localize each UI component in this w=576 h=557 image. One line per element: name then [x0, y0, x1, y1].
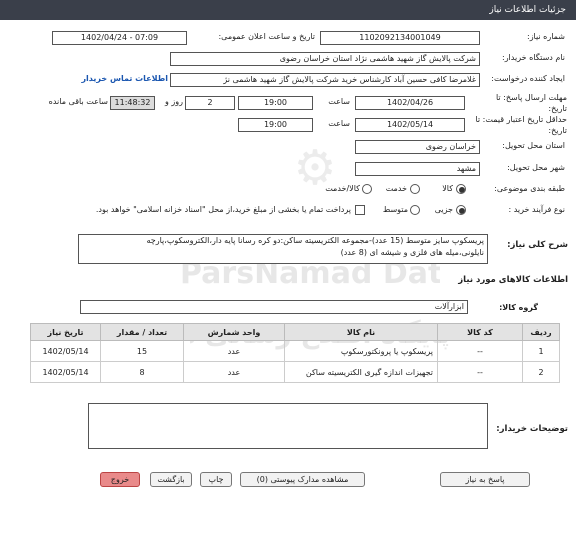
cell-code: -- — [437, 361, 523, 383]
remaining-time-field: 11:48:32 — [110, 96, 155, 110]
payment-note: پرداخت تمام یا بخشی از مبلغ خرید،از محل … — [95, 205, 351, 214]
deadline-time-field: 19:00 — [238, 96, 313, 110]
exit-button[interactable]: خروج — [100, 472, 140, 487]
cell-code: -- — [437, 340, 523, 362]
goods-table-header: ردیف کد کالا نام کالا واحد شمارش تعداد /… — [30, 323, 560, 341]
process-option-minor: جزیی — [434, 205, 453, 214]
goods-section-title: اطلاعات کالاهای مورد نیاز — [458, 275, 568, 285]
process-radio-minor[interactable] — [456, 205, 466, 215]
cell-name: تجهیزات اندازه گیری الکتریسیته ساکن — [284, 361, 438, 383]
need-number-label: شماره نیاز: — [527, 32, 565, 41]
cell-date: 1402/05/14 — [30, 361, 101, 383]
goods-group-field: ابزارآلات — [80, 300, 468, 314]
category-option-both: کالا/خدمت — [325, 184, 360, 193]
cell-qty: 15 — [100, 340, 184, 362]
cell-row: 2 — [522, 361, 560, 383]
province-field: خراسان رضوی — [355, 140, 480, 154]
description-label: شرح کلی نیاز: — [507, 240, 568, 250]
need-number-field: 1102092134001049 — [320, 31, 480, 45]
col-row: ردیف — [522, 323, 560, 341]
buyer-notes-label: توضیحات خریدار: — [496, 424, 568, 434]
days-field: 2 — [185, 96, 235, 110]
buyer-label: نام دستگاه خریدار: — [502, 53, 565, 62]
col-code: کد کالا — [437, 323, 523, 341]
cell-qty: 8 — [100, 361, 184, 383]
announce-field: 1402/04/24 - 07:09 — [52, 31, 187, 45]
category-radio-goods[interactable] — [456, 184, 466, 194]
contact-buyer-link[interactable]: اطلاعات تماس خریدار — [50, 73, 168, 85]
category-label: طبقه بندی موضوعی: — [494, 184, 565, 193]
validity-time-label: ساعت — [328, 119, 350, 128]
reply-button[interactable]: پاسخ به نیاز — [440, 472, 530, 487]
view-docs-button[interactable]: مشاهده مدارک پیوستی (0) — [240, 472, 365, 487]
remaining-label: ساعت باقی مانده — [48, 97, 108, 106]
goods-table: ردیف کد کالا نام کالا واحد شمارش تعداد /… — [30, 323, 560, 383]
creator-label: ایجاد کننده درخواست: — [491, 74, 565, 83]
table-row[interactable]: 2 -- تجهیزات اندازه گیری الکتریسیته ساکن… — [30, 361, 560, 383]
category-option-goods: کالا — [442, 184, 453, 193]
process-radio-medium[interactable] — [410, 205, 420, 215]
cell-unit: عدد — [183, 340, 285, 362]
deadline-time-label: ساعت — [328, 97, 350, 106]
col-date: تاریخ نیاز — [30, 323, 101, 341]
print-button[interactable]: چاپ — [200, 472, 232, 487]
validity-date-field: 1402/05/14 — [355, 118, 465, 132]
cell-date: 1402/05/14 — [30, 340, 101, 362]
table-row[interactable]: 1 -- پریسکوپ یا پرونکتورسکوپ عدد 15 1402… — [30, 340, 560, 362]
validity-label: حداقل تاریخ اعتبار قیمت: تا تاریخ: — [475, 115, 567, 135]
creator-field: غلامرضا کافی حسین آباد کارشناس خرید شرکت… — [170, 73, 480, 87]
col-qty: تعداد / مقدار — [100, 323, 184, 341]
announce-label: تاریخ و ساعت اعلان عمومی: — [218, 32, 315, 41]
buyer-field: شرکت پالایش گاز شهید هاشمی نژاد استان خر… — [170, 52, 480, 66]
validity-time-field: 19:00 — [238, 118, 313, 132]
cell-row: 1 — [522, 340, 560, 362]
goods-table-container: ردیف کد کالا نام کالا واحد شمارش تعداد /… — [30, 323, 560, 393]
category-radio-both[interactable] — [362, 184, 372, 194]
buyer-notes-box — [88, 403, 488, 449]
deadline-date-field: 1402/04/26 — [355, 96, 465, 110]
city-label: شهر محل تحویل: — [507, 163, 565, 172]
col-name: نام کالا — [284, 323, 438, 341]
back-button[interactable]: بازگشت — [150, 472, 192, 487]
col-unit: واحد شمارش — [183, 323, 285, 341]
payment-checkbox[interactable] — [355, 205, 365, 215]
category-radio-service[interactable] — [410, 184, 420, 194]
process-option-medium: متوسط — [382, 205, 408, 214]
cell-unit: عدد — [183, 361, 285, 383]
province-label: استان محل تحویل: — [502, 141, 565, 150]
days-label: روز و — [165, 97, 183, 106]
city-field: مشهد — [355, 162, 480, 176]
description-line2: نایلونی،میله های فلزی و شیشه ای (8 عدد) — [340, 248, 484, 257]
cell-name: پریسکوپ یا پرونکتورسکوپ — [284, 340, 438, 362]
process-label: نوع فرآیند خرید : — [508, 205, 565, 214]
goods-group-label: گروه کالا: — [499, 303, 538, 312]
description-line1: پریسکوپ سایز متوسط (15 عدد)-مجموعه الکتر… — [146, 236, 485, 245]
category-option-service: خدمت — [385, 184, 407, 193]
page-title: جزئیات اطلاعات نیاز — [0, 0, 576, 20]
description-box: پریسکوپ سایز متوسط (15 عدد)-مجموعه الکتر… — [78, 234, 488, 264]
deadline-label: مهلت ارسال پاسخ: تا تاریخ: — [495, 93, 567, 113]
